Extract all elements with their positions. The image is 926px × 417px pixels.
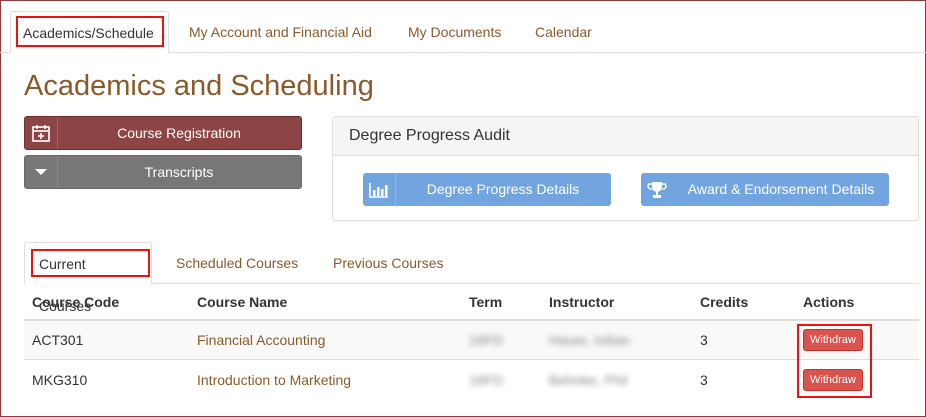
header-term: Term: [469, 293, 503, 310]
tab-current-courses[interactable]: Current Courses: [24, 242, 152, 314]
course-registration-button[interactable]: Course Registration: [24, 116, 302, 150]
award-endorsement-details-label: Award & Endorsement Details: [687, 181, 875, 197]
header-credits: Credits: [700, 293, 749, 310]
caret-down-icon: [25, 156, 58, 188]
course-name-link[interactable]: Financial Accounting: [197, 332, 325, 348]
tab-my-account-financial-aid[interactable]: My Account and Financial Aid: [177, 11, 384, 53]
transcripts-button[interactable]: Transcripts: [24, 155, 302, 189]
withdraw-button[interactable]: Withdraw: [803, 329, 863, 351]
course-code: MKG310: [32, 371, 88, 388]
header-course-code: Course Code: [32, 293, 120, 310]
header-course-name: Course Name: [197, 293, 288, 310]
header-instructor: Instructor: [549, 293, 615, 310]
header-actions: Actions: [803, 293, 855, 310]
top-nav-tabs: Academics/Schedule My Account and Financ…: [0, 11, 926, 53]
bar-chart-icon: [363, 173, 396, 206]
award-endorsement-details-button[interactable]: Award & Endorsement Details: [641, 173, 889, 206]
trophy-icon: [641, 173, 673, 206]
course-registration-label: Course Registration: [117, 125, 241, 141]
credits-value: 3: [700, 332, 708, 348]
term-value-redacted: 16FD: [469, 371, 504, 388]
credits-value: 3: [700, 371, 708, 388]
page-title: Academics and Scheduling: [24, 70, 374, 102]
degree-progress-details-label: Degree Progress Details: [426, 181, 580, 197]
table-header-row: Course Code Course Name Term Instructor …: [24, 284, 919, 321]
degree-progress-details-button[interactable]: Degree Progress Details: [363, 173, 611, 206]
tab-calendar[interactable]: Calendar: [523, 11, 604, 53]
instructor-value-redacted: Behnke, Phil: [549, 371, 628, 388]
degree-progress-panel: Degree Progress Audit Degree Progress De…: [332, 116, 919, 221]
table-row: ACT301 Financial Accounting 16FD Hauer, …: [24, 321, 919, 360]
table-row: MKG310 Introduction to Marketing 16FD Be…: [24, 360, 919, 399]
course-tabs: Current Courses Scheduled Courses Previo…: [24, 242, 919, 314]
transcripts-label: Transcripts: [144, 164, 214, 180]
course-code: ACT301: [32, 332, 84, 348]
tab-scheduled-courses[interactable]: Scheduled Courses: [162, 242, 312, 284]
course-name-link[interactable]: Introduction to Marketing: [197, 372, 351, 388]
tab-academics-schedule[interactable]: Academics/Schedule: [10, 11, 169, 53]
calendar-plus-icon: [25, 117, 58, 149]
term-value-redacted: 16FD: [469, 332, 504, 348]
tab-previous-courses[interactable]: Previous Courses: [319, 242, 458, 284]
tab-my-documents[interactable]: My Documents: [396, 11, 513, 53]
withdraw-button[interactable]: Withdraw: [803, 368, 863, 391]
instructor-value-redacted: Hauer, Ivilian: [549, 332, 630, 348]
degree-progress-title: Degree Progress Audit: [333, 117, 918, 156]
